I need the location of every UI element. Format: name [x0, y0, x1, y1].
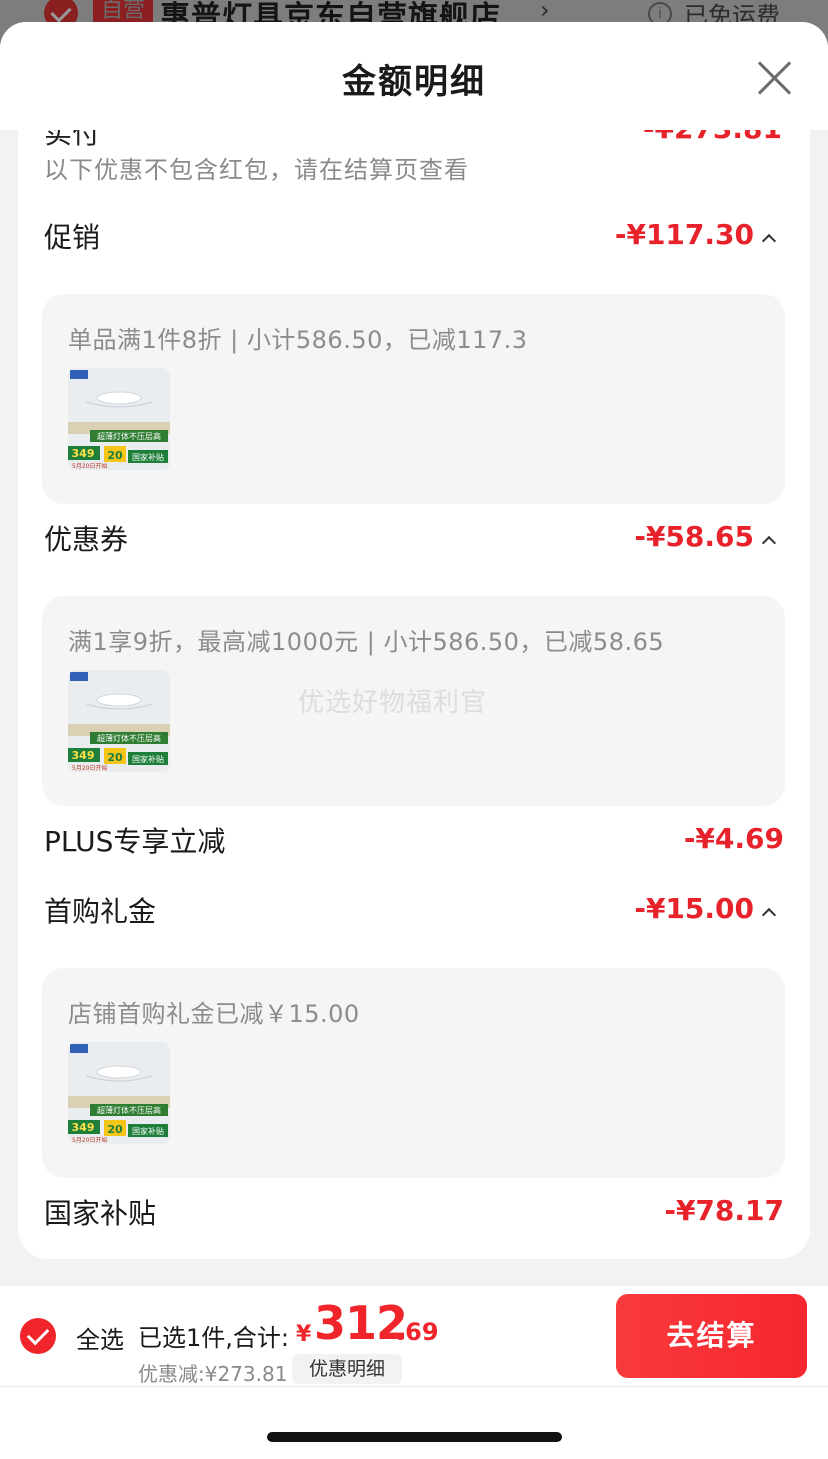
first-purchase-detail: 店铺首购礼金已减￥15.00 [68, 1000, 360, 1028]
divider [0, 1386, 828, 1387]
amount-detail-sheet: 金额明细 实付 -¥273.81 以下优惠不包含红包，请在结算页查看 促销 -¥… [0, 22, 828, 1459]
checkout-bar: 全选 已选1件,合计: ¥ 312 .69 优惠减:¥273.81 优惠明细 去… [0, 1286, 828, 1459]
thumb-price: 349 [72, 749, 95, 762]
select-all-label[interactable]: 全选 [76, 1320, 124, 1355]
thumb-price: 349 [72, 447, 95, 460]
watermark: 优选好物福利官 [298, 688, 488, 718]
thumb-footer: 5月20日开始 [72, 764, 107, 772]
total-decimal: .69 [396, 1318, 439, 1346]
plus-label: PLUS专享立减 [44, 825, 226, 858]
total-currency: ¥ [296, 1322, 312, 1347]
chevron-right-icon: › [540, 0, 550, 24]
thumb-footer: 5月20日开始 [72, 462, 107, 470]
thumb-price: 349 [72, 1121, 95, 1134]
thumb-banner: 超薄灯体不压层高 [97, 431, 161, 441]
detail-card[interactable]: 实付 -¥273.81 以下优惠不包含红包，请在结算页查看 促销 -¥117.3… [18, 130, 810, 1259]
promotion-detail: 单品满1件8折 | 小计586.50，已减117.3 [68, 326, 528, 354]
subsidy-amount: -¥78.17 [664, 1194, 784, 1227]
first-purchase-amount[interactable]: -¥15.00 [634, 892, 754, 925]
promotion-amount[interactable]: -¥117.30 [615, 218, 754, 251]
checkout-button[interactable]: 去结算 [616, 1294, 807, 1378]
product-thumbnail: 超薄灯体不压层高 349 20 国家补贴 5月20日开始 [68, 1042, 170, 1144]
promotion-panel: 单品满1件8折 | 小计586.50，已减117.3 超薄灯体不压层高 349 … [42, 294, 785, 504]
plus-amount: -¥4.69 [683, 822, 784, 855]
coupon-amount[interactable]: -¥58.65 [634, 520, 754, 553]
select-all-checkbox[interactable] [20, 1318, 56, 1354]
total-integer: 312 [314, 1296, 408, 1350]
thumb-banner: 超薄灯体不压层高 [97, 733, 161, 743]
thumb-badge-text: 国家补贴 [132, 1126, 164, 1136]
paid-amount: -¥273.81 [643, 130, 782, 145]
chevron-up-icon[interactable] [761, 907, 777, 923]
chevron-up-icon[interactable] [761, 535, 777, 551]
chevron-up-icon[interactable] [761, 233, 777, 249]
thumb-banner: 超薄灯体不压层高 [97, 1105, 161, 1115]
thumb-badge-text: 国家补贴 [132, 754, 164, 764]
paid-label: 实付 [44, 130, 101, 150]
promotion-label: 促销 [44, 221, 101, 254]
selection-summary: 已选1件,合计: [138, 1324, 289, 1352]
coupon-detail: 满1享9折，最高减1000元 | 小计586.50，已减58.65 [68, 628, 665, 656]
home-indicator[interactable] [267, 1432, 562, 1442]
thumb-badge-num: 20 [107, 449, 123, 462]
first-purchase-panel: 店铺首购礼金已减￥15.00 超薄灯体不压层高 349 20 国家补贴 5月20… [42, 968, 785, 1178]
thumb-badge-num: 20 [107, 751, 123, 764]
discount-note: 以下优惠不包含红包，请在结算页查看 [44, 156, 469, 184]
thumb-badge-text: 国家补贴 [132, 452, 164, 462]
close-icon[interactable] [754, 58, 794, 98]
discount-detail-button[interactable]: 优惠明细 [292, 1354, 402, 1384]
product-thumbnail: 超薄灯体不压层高 349 20 国家补贴 5月20日开始 [68, 670, 170, 772]
coupon-label: 优惠券 [44, 523, 129, 556]
sheet-title: 金额明细 [342, 62, 486, 102]
discount-total: 优惠减:¥273.81 [138, 1362, 288, 1386]
product-thumbnail: 超薄灯体不压层高 349 20 国家补贴 5月20日开始 [68, 368, 170, 470]
subsidy-label: 国家补贴 [44, 1197, 157, 1230]
first-purchase-label: 首购礼金 [44, 895, 157, 928]
sheet-header: 金额明细 [0, 22, 828, 130]
thumb-footer: 5月20日开始 [72, 1136, 107, 1144]
thumb-badge-num: 20 [107, 1123, 123, 1136]
